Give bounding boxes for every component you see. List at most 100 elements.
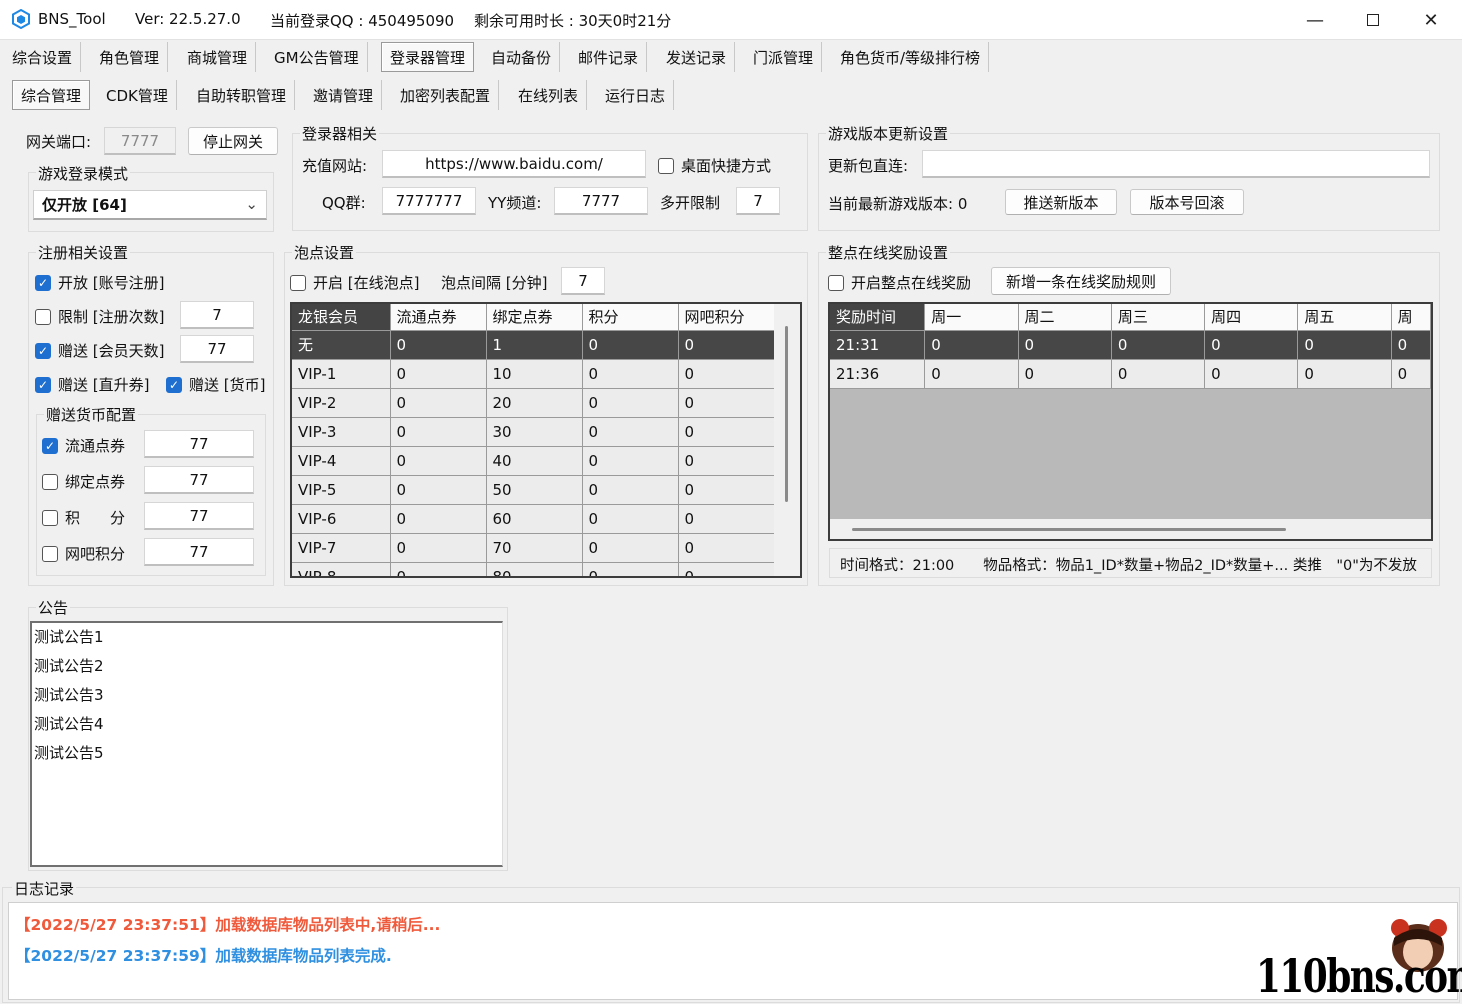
grid-cell[interactable]: 21:36	[830, 359, 926, 389]
grid-cell[interactable]: 0	[390, 533, 487, 563]
rollback-version-button[interactable]: 版本号回滚	[1130, 189, 1244, 215]
grid-cell[interactable]: 0	[582, 446, 679, 476]
log-box[interactable]: 【2022/5/27 23:37:51】加载数据库物品列表中,请稍后... 【2…	[8, 902, 1458, 1000]
grid-cell[interactable]: 0	[678, 388, 775, 418]
list-item[interactable]: 测试公告3	[32, 681, 502, 710]
grid-cell[interactable]: VIP-1	[292, 359, 391, 389]
grid-cell[interactable]: 0	[1204, 330, 1299, 360]
gift-upgrade-checkbox[interactable]: ✓ 赠送 [直升券]	[35, 374, 149, 395]
grid-cell[interactable]: 0	[678, 330, 775, 360]
tab-send-records[interactable]: 发送记录	[658, 42, 736, 72]
open-bubble-checkbox[interactable]: 开启 [在线泡点]	[290, 272, 419, 293]
grid-cell[interactable]: 0	[390, 417, 487, 447]
tab-guild-management[interactable]: 门派管理	[745, 42, 823, 72]
currency-item-input[interactable]: 77	[144, 538, 254, 566]
grid-header[interactable]: 周三	[1111, 304, 1206, 331]
limit-register-checkbox[interactable]: 限制 [注册次数]	[35, 306, 164, 327]
grid-cell[interactable]: 70	[486, 533, 583, 563]
grid-cell[interactable]: 0	[1391, 359, 1431, 389]
tab-launcher-management[interactable]: 登录器管理	[381, 42, 475, 72]
grid-cell[interactable]: VIP-3	[292, 417, 391, 447]
grid-cell[interactable]: 1	[486, 330, 583, 360]
grid-header[interactable]: 周四	[1204, 304, 1299, 331]
grid-cell[interactable]: 0	[678, 417, 775, 447]
grid-cell[interactable]: 10	[486, 359, 583, 389]
grid-cell[interactable]: 0	[924, 330, 1019, 360]
subtab-cdk[interactable]: CDK管理	[98, 80, 177, 110]
grid-header[interactable]: 流通点券	[390, 304, 487, 331]
limit-register-input[interactable]: 7	[180, 301, 254, 329]
scrollbar-thumb[interactable]	[852, 528, 1286, 531]
horizontal-scrollbar[interactable]	[830, 519, 1431, 539]
currency-item-checkbox[interactable]: 网吧积分	[42, 543, 125, 564]
subtab-online-list[interactable]: 在线列表	[510, 80, 588, 110]
grid-cell[interactable]: 0	[678, 475, 775, 505]
subtab-run-log[interactable]: 运行日志	[597, 80, 675, 110]
open-register-checkbox[interactable]: ✓ 开放 [账号注册]	[35, 272, 164, 293]
grid-cell[interactable]: 60	[486, 504, 583, 534]
subtab-general[interactable]: 综合管理	[12, 80, 91, 110]
grid-cell[interactable]: 0	[1111, 330, 1206, 360]
currency-item-checkbox[interactable]: ✓ 流通点券	[42, 435, 125, 456]
grid-cell[interactable]: VIP-7	[292, 533, 391, 563]
open-reward-checkbox[interactable]: 开启整点在线奖励	[828, 272, 971, 293]
grid-cell[interactable]: 无	[292, 330, 391, 360]
tab-role-management[interactable]: 角色管理	[91, 42, 169, 72]
grid-cell[interactable]: 50	[486, 475, 583, 505]
grid-cell[interactable]: VIP-2	[292, 388, 391, 418]
qq-group-input[interactable]: 7777777	[382, 187, 476, 215]
grid-header[interactable]: 积分	[582, 304, 679, 331]
grid-header[interactable]: 龙银会员	[292, 304, 391, 331]
table-row[interactable]: VIP-5 0 50 0 0	[292, 475, 775, 505]
table-row[interactable]: VIP-1 0 10 0 0	[292, 359, 775, 389]
grid-header[interactable]: 绑定点券	[486, 304, 583, 331]
grid-header[interactable]: 奖励时间	[830, 304, 926, 331]
stop-gateway-button[interactable]: 停止网关	[188, 127, 278, 155]
grid-cell[interactable]: 0	[390, 388, 487, 418]
minimize-icon[interactable]: —	[1286, 0, 1344, 40]
grid-cell[interactable]: 0	[390, 475, 487, 505]
bubble-grid[interactable]: 龙银会员 流通点券 绑定点券 积分 网吧积分 无 0 1 0 0 VIP-1 0…	[290, 302, 802, 578]
grid-cell[interactable]: 0	[582, 562, 679, 576]
table-row[interactable]: VIP-2 0 20 0 0	[292, 388, 775, 418]
grid-cell[interactable]: 0	[1297, 359, 1392, 389]
tab-auto-backup[interactable]: 自动备份	[483, 42, 561, 72]
currency-item-checkbox[interactable]: 积 分	[42, 507, 125, 528]
maximize-icon[interactable]	[1344, 0, 1402, 40]
login-mode-select[interactable]: 仅开放 [64] ⌄	[33, 190, 267, 220]
tab-shop-management[interactable]: 商城管理	[179, 42, 257, 72]
currency-item-input[interactable]: 77	[144, 430, 254, 458]
grid-cell[interactable]: 0	[1018, 359, 1112, 389]
subtab-job-change[interactable]: 自助转职管理	[188, 80, 296, 110]
table-row[interactable]: VIP-4 0 40 0 0	[292, 446, 775, 476]
bubble-interval-input[interactable]: 7	[561, 267, 605, 295]
table-row[interactable]: 21:36 0 0 0 0 0 0	[830, 359, 1431, 389]
add-reward-rule-button[interactable]: 新增一条在线奖励规则	[991, 267, 1171, 295]
grid-cell[interactable]: VIP-8	[292, 562, 391, 576]
grid-cell[interactable]: 0	[678, 359, 775, 389]
grid-cell[interactable]: 0	[1018, 330, 1112, 360]
grid-cell[interactable]: VIP-5	[292, 475, 391, 505]
tab-ranking[interactable]: 角色货币/等级排行榜	[832, 42, 990, 72]
table-row[interactable]: VIP-7 0 70 0 0	[292, 533, 775, 563]
grid-header[interactable]: 周一	[924, 304, 1019, 331]
list-item[interactable]: 测试公告1	[32, 623, 502, 652]
subtab-invite[interactable]: 邀请管理	[305, 80, 383, 110]
table-row[interactable]: VIP-8 0 80 0 0	[292, 562, 775, 576]
grid-cell[interactable]: 0	[390, 562, 487, 576]
currency-item-input[interactable]: 77	[144, 502, 254, 530]
list-item[interactable]: 测试公告2	[32, 652, 502, 681]
yy-channel-input[interactable]: 7777	[554, 187, 648, 215]
table-row[interactable]: VIP-6 0 60 0 0	[292, 504, 775, 534]
tab-general-settings[interactable]: 综合设置	[4, 42, 82, 72]
vertical-scrollbar[interactable]	[774, 304, 800, 576]
gift-member-days-checkbox[interactable]: ✓ 赠送 [会员天数]	[35, 340, 164, 361]
grid-header[interactable]: 周五	[1297, 304, 1392, 331]
list-item[interactable]: 测试公告5	[32, 739, 502, 768]
grid-cell[interactable]: 20	[486, 388, 583, 418]
grid-cell[interactable]: 0	[582, 417, 679, 447]
grid-cell[interactable]: 0	[582, 475, 679, 505]
grid-cell[interactable]: 0	[678, 446, 775, 476]
push-version-button[interactable]: 推送新版本	[1005, 189, 1117, 215]
grid-cell[interactable]: 0	[582, 533, 679, 563]
